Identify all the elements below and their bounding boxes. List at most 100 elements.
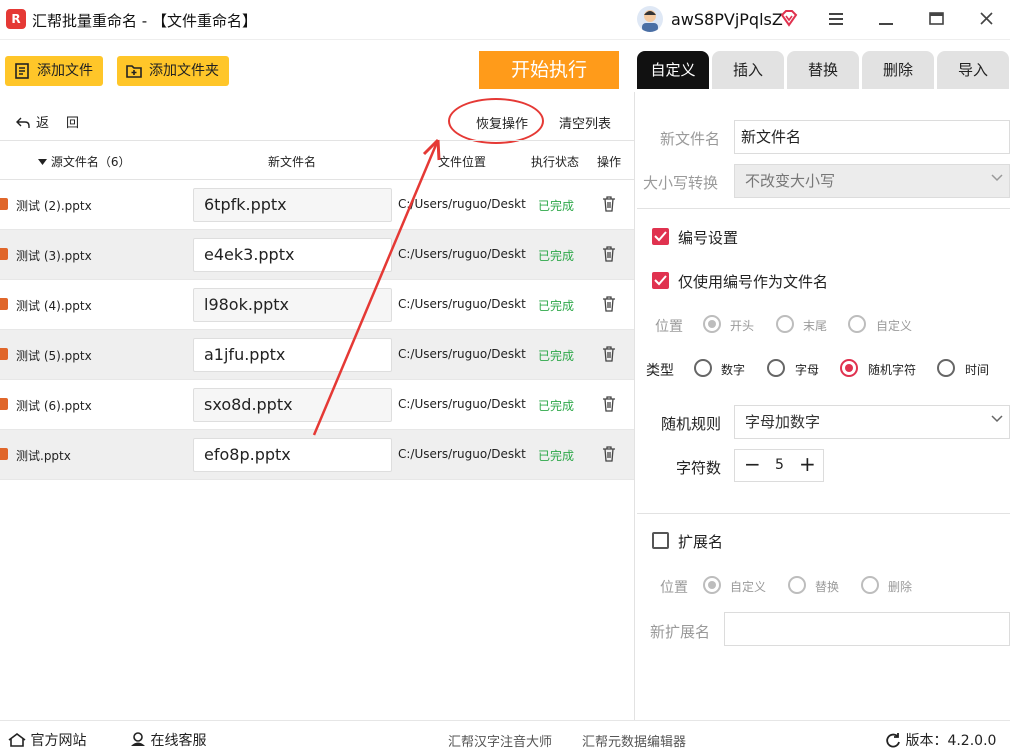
position-end-radio[interactable] [776, 315, 794, 333]
tool-link-pinyin[interactable]: 汇帮汉字注音大师 [448, 731, 552, 750]
title-bar: R 汇帮批量重命名 - 【文件重命名】 awS8PVjPqlsZ [0, 0, 1010, 40]
ext-replace-label: 替换 [815, 580, 840, 594]
source-filename: 测试 (4).pptx [16, 299, 92, 313]
pptx-file-icon [0, 298, 8, 310]
char-count-value: 5 [775, 457, 784, 473]
source-header[interactable]: 源文件名（6） [38, 153, 130, 170]
random-rule-select[interactable]: 字母加数字 [734, 405, 1010, 439]
new-ext-label: 新扩展名 [650, 623, 711, 641]
new-filename-input[interactable]: efo8p.pptx [193, 438, 392, 472]
maximize-icon[interactable] [921, 6, 951, 34]
position-start-label: 开头 [730, 319, 755, 333]
position-start-radio[interactable] [703, 315, 721, 333]
new-ext-input[interactable] [724, 612, 1010, 646]
ext-delete-radio[interactable] [861, 576, 879, 594]
clear-list-button[interactable]: 清空列表 [559, 113, 611, 132]
table-row[interactable]: 测试 (3).pptx e4ek3.pptx C:/Users/ruguo/De… [0, 230, 634, 280]
highlight-ellipse [448, 98, 544, 144]
add-file-button[interactable]: 添加文件 [5, 56, 103, 86]
back-button[interactable]: 返 [16, 112, 49, 131]
status-badge: 已完成 [538, 449, 575, 463]
type-letter-label: 字母 [795, 363, 820, 377]
version-info[interactable]: 版本：4.2.0.0 [885, 730, 996, 750]
new-filename-input[interactable]: sxo8d.pptx [193, 388, 392, 422]
ext-replace-radio[interactable] [788, 576, 806, 594]
action-header: 操作 [597, 155, 622, 169]
file-path: C:/Users/ruguo/Desktop [398, 247, 526, 261]
source-filename: 测试 (2).pptx [16, 199, 92, 213]
divider [637, 208, 1010, 209]
trash-icon[interactable] [602, 196, 616, 212]
type-letter-radio[interactable] [767, 359, 785, 377]
ext-position-label: 位置 [660, 580, 688, 596]
type-random-label: 随机字符 [868, 363, 917, 377]
website-link[interactable]: 官方网站 [8, 730, 86, 750]
table-header: 源文件名（6） 新文件名 文件位置 执行状态 操作 [0, 140, 634, 180]
service-link[interactable]: 在线客服 [130, 730, 206, 750]
tab-insert[interactable]: 插入 [712, 51, 784, 89]
new-filename-input[interactable]: l98ok.pptx [193, 288, 392, 322]
pptx-file-icon [0, 198, 8, 210]
redo-button[interactable]: 回 [66, 112, 79, 131]
numbering-checkbox[interactable] [652, 228, 669, 245]
start-button[interactable]: 开始执行 [479, 51, 619, 89]
char-count-stepper[interactable]: − 5 + [734, 449, 824, 482]
new-filename-input[interactable]: e4ek3.pptx [193, 238, 392, 272]
trash-icon[interactable] [602, 446, 616, 462]
close-icon[interactable] [971, 6, 1001, 34]
home-icon [8, 733, 26, 747]
source-filename: 测试 (6).pptx [16, 399, 92, 413]
use-number-only-checkbox[interactable] [652, 272, 669, 289]
new-filename-input[interactable]: 6tpfk.pptx [193, 188, 392, 222]
case-select[interactable]: 不改变大小写 [734, 164, 1010, 198]
folder-plus-icon [126, 65, 142, 78]
trash-icon[interactable] [602, 396, 616, 412]
pptx-file-icon [0, 248, 8, 260]
add-folder-label: 添加文件夹 [149, 63, 219, 79]
avatar[interactable] [637, 6, 663, 32]
tab-import[interactable]: 导入 [937, 51, 1009, 89]
vip-diamond-icon [780, 10, 798, 27]
new-name-input[interactable]: 新文件名 [734, 120, 1010, 154]
chevron-down-icon [991, 174, 1003, 182]
tool-link-metadata[interactable]: 汇帮元数据编辑器 [582, 731, 686, 750]
file-path: C:/Users/ruguo/Desktop [398, 197, 526, 211]
type-random-radio[interactable] [840, 359, 858, 377]
new-name-header: 新文件名 [268, 155, 317, 169]
plus-icon[interactable]: + [799, 452, 816, 476]
table-row[interactable]: 测试 (2).pptx 6tpfk.pptx C:/Users/ruguo/De… [0, 180, 634, 230]
status-badge: 已完成 [538, 199, 575, 213]
add-folder-button[interactable]: 添加文件夹 [117, 56, 229, 86]
file-path: C:/Users/ruguo/Desktop [398, 447, 526, 461]
table-row[interactable]: 测试.pptx efo8p.pptx C:/Users/ruguo/Deskto… [0, 430, 634, 480]
minus-icon[interactable]: − [744, 452, 761, 476]
case-select-value: 不改变大小写 [745, 172, 836, 190]
type-number-label: 数字 [721, 363, 746, 377]
minimize-icon[interactable] [871, 6, 901, 34]
status-badge: 已完成 [538, 249, 575, 263]
new-filename-input[interactable]: a1jfu.pptx [193, 338, 392, 372]
menu-icon[interactable] [821, 6, 851, 34]
path-header: 文件位置 [438, 155, 487, 169]
back-label: 返 [36, 116, 50, 131]
type-time-radio[interactable] [937, 359, 955, 377]
trash-icon[interactable] [602, 346, 616, 362]
table-row[interactable]: 测试 (6).pptx sxo8d.pptx C:/Users/ruguo/De… [0, 380, 634, 430]
chevron-down-icon [991, 415, 1003, 423]
trash-icon[interactable] [602, 246, 616, 262]
extension-checkbox[interactable] [652, 532, 669, 549]
new-name-label: 新文件名 [660, 130, 721, 148]
case-label: 大小写转换 [643, 174, 719, 192]
tab-delete[interactable]: 删除 [862, 51, 934, 89]
table-row[interactable]: 测试 (4).pptx l98ok.pptx C:/Users/ruguo/De… [0, 280, 634, 330]
trash-icon[interactable] [602, 296, 616, 312]
tab-custom[interactable]: 自定义 [637, 51, 709, 89]
char-count-label: 字符数 [676, 459, 722, 477]
tab-replace[interactable]: 替换 [787, 51, 859, 89]
table-row[interactable]: 测试 (5).pptx a1jfu.pptx C:/Users/ruguo/De… [0, 330, 634, 380]
type-number-radio[interactable] [694, 359, 712, 377]
user-name[interactable]: awS8PVjPqlsZ [671, 10, 783, 29]
position-custom-radio[interactable] [848, 315, 866, 333]
window-title: 汇帮批量重命名 - 【文件重命名】 [32, 12, 257, 30]
ext-custom-radio[interactable] [703, 576, 721, 594]
